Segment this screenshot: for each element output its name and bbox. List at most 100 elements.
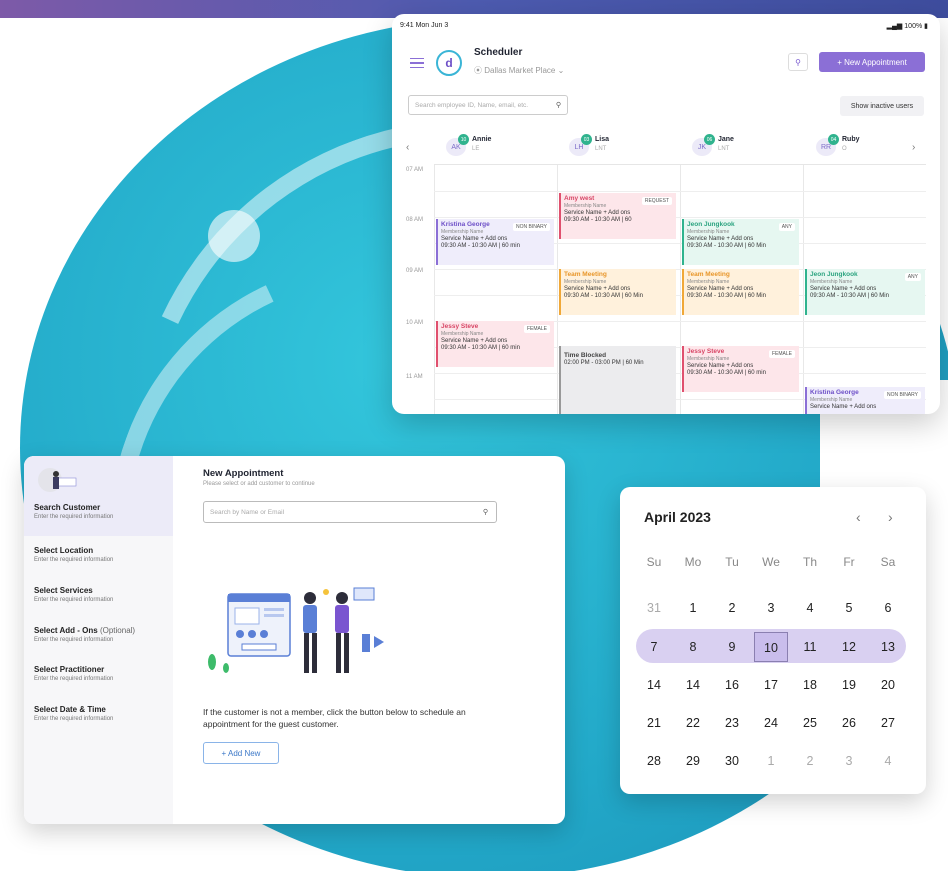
calendar-day[interactable]: 22 bbox=[676, 708, 710, 738]
staff-badge: 10 bbox=[458, 134, 469, 145]
location-selector[interactable]: ⦿ Dallas Market Place ⌄ bbox=[474, 65, 564, 76]
calendar-day[interactable]: 3 bbox=[754, 593, 788, 623]
calendar-day[interactable]: 14 bbox=[676, 670, 710, 700]
calendar-day[interactable]: 18 bbox=[793, 670, 827, 700]
calendar-day[interactable]: 29 bbox=[676, 746, 710, 776]
calendar-day[interactable]: 28 bbox=[637, 746, 671, 776]
calendar-day[interactable]: 24 bbox=[754, 708, 788, 738]
time-blocked-card[interactable]: Time Blocked 02:00 PM - 03:00 PM | 60 Mi… bbox=[559, 346, 676, 414]
page-title: Scheduler bbox=[474, 47, 523, 58]
step-desc: Enter the required information bbox=[34, 716, 114, 722]
add-new-button[interactable]: + Add New bbox=[203, 742, 279, 764]
calendar-day[interactable]: 30 bbox=[715, 746, 749, 776]
calendar-day[interactable]: 23 bbox=[715, 708, 749, 738]
calendar-day[interactable]: 31 bbox=[637, 593, 671, 623]
step-desc: Enter the required information bbox=[34, 597, 114, 603]
event-service: Service Name + Add ons bbox=[687, 363, 754, 369]
appointment-card[interactable]: Jeon Jungkook Membership Name Service Na… bbox=[805, 269, 925, 315]
calendar-day[interactable]: 26 bbox=[832, 708, 866, 738]
appointment-card[interactable]: Team Meeting Membership Name Service Nam… bbox=[559, 269, 676, 315]
calendar-day[interactable]: 3 bbox=[832, 746, 866, 776]
date-picker-calendar: April 2023 ‹ › Su Mo Tu We Th Fr Sa 31 1 2 3 4 5 6 7 8 9… bbox=[620, 487, 926, 794]
calendar-day[interactable]: 20 bbox=[871, 670, 905, 700]
appointment-card[interactable]: Kristina George Membership Name Service … bbox=[805, 387, 925, 414]
calendar-day[interactable]: 27 bbox=[871, 708, 905, 738]
new-appointment-button[interactable]: + New Appointment bbox=[819, 52, 925, 72]
appointment-card[interactable]: Jessy Steve Membership Name Service Name… bbox=[682, 346, 799, 392]
location-pin-icon: ⦿ bbox=[474, 66, 482, 75]
calendar-day[interactable]: 14 bbox=[637, 670, 671, 700]
calendar-day[interactable]: 1 bbox=[754, 746, 788, 776]
employee-search-input[interactable]: Search employee ID, Name, email, etc. ⚲ bbox=[408, 95, 568, 115]
calendar-day[interactable]: 2 bbox=[715, 593, 749, 623]
calendar-day[interactable]: 11 bbox=[793, 632, 827, 662]
grid-line bbox=[680, 165, 681, 414]
calendar-day[interactable]: 4 bbox=[793, 593, 827, 623]
calendar-day[interactable]: 4 bbox=[871, 746, 905, 776]
status-bar-battery: ▂▄▆ 100% ▮ bbox=[886, 23, 928, 30]
calendar-day[interactable]: 1 bbox=[676, 593, 710, 623]
event-name: Time Blocked bbox=[564, 352, 607, 359]
chevron-right-icon[interactable]: › bbox=[888, 509, 893, 525]
calendar-day[interactable]: 5 bbox=[832, 593, 866, 623]
appointment-card[interactable]: Kristina George Membership Name Service … bbox=[436, 219, 554, 265]
calendar-day[interactable]: 6 bbox=[871, 593, 905, 623]
show-inactive-users-button[interactable]: Show inactive users bbox=[840, 96, 924, 116]
chevron-down-icon: ⌄ bbox=[557, 66, 565, 75]
step-select-practitioner[interactable]: Select Practitioner Enter the required i… bbox=[34, 665, 113, 682]
calendar-day[interactable]: 17 bbox=[754, 670, 788, 700]
calendar-day[interactable]: 9 bbox=[715, 632, 749, 662]
event-time: 09:30 AM - 10:30 AM | 60 bbox=[564, 217, 632, 223]
weekday-label: Mo bbox=[684, 555, 702, 569]
step-select-location[interactable]: Select Location Enter the required infor… bbox=[34, 546, 113, 563]
staff-badge: 04 bbox=[828, 134, 839, 145]
appointment-card[interactable]: Amy west Membership Name Service Name + … bbox=[559, 193, 676, 239]
calendar-day[interactable]: 21 bbox=[637, 708, 671, 738]
calendar-day[interactable]: 19 bbox=[832, 670, 866, 700]
event-service: Service Name + Add ons bbox=[441, 236, 508, 242]
weekday-label: Th bbox=[802, 555, 817, 569]
step-desc: Enter the required information bbox=[34, 557, 114, 563]
calendar-day[interactable]: 12 bbox=[832, 632, 866, 662]
calendar-day[interactable]: 7 bbox=[637, 632, 671, 662]
search-button[interactable]: ⚲ bbox=[788, 53, 808, 71]
time-label: 07 AM bbox=[406, 167, 424, 173]
calendar-day[interactable]: 8 bbox=[676, 632, 710, 662]
calendar-day[interactable]: 16 bbox=[715, 670, 749, 700]
customer-search-input[interactable]: Search by Name or Email ⚲ bbox=[203, 501, 497, 523]
event-service: Service Name + Add ons bbox=[564, 210, 631, 216]
time-label: 09 AM bbox=[406, 268, 424, 274]
staff-name: Annie bbox=[472, 136, 492, 143]
step-search-customer[interactable]: Search Customer Enter the required infor… bbox=[34, 503, 113, 520]
event-time: 09:30 AM - 10:30 AM | 60 Min bbox=[687, 293, 766, 299]
search-icon: ⚲ bbox=[795, 57, 801, 67]
appointment-card[interactable]: Team Meeting Membership Name Service Nam… bbox=[682, 269, 799, 315]
calendar-day[interactable]: 10 bbox=[754, 632, 788, 662]
step-desc: Enter the required information bbox=[34, 676, 114, 682]
step-title: Search Customer bbox=[34, 503, 101, 512]
hamburger-menu-icon[interactable] bbox=[410, 58, 424, 68]
calendar-day[interactable]: 25 bbox=[793, 708, 827, 738]
step-optional-label: (Optional) bbox=[99, 626, 136, 635]
event-tag: FEMALE bbox=[523, 325, 550, 333]
weekday-label: Sa bbox=[880, 555, 896, 569]
grid-line bbox=[557, 165, 558, 414]
staff-role: O bbox=[842, 146, 847, 152]
chevron-right-icon[interactable]: › bbox=[912, 142, 915, 153]
appointment-card[interactable]: Jeon Jungkook Membership Name Service Na… bbox=[682, 219, 799, 265]
step-select-date-time[interactable]: Select Date & Time Enter the required in… bbox=[34, 705, 113, 722]
signal-icon: ▂▄▆ bbox=[886, 23, 903, 30]
event-time: 09:30 AM - 10:30 AM | 60 Min bbox=[687, 243, 766, 249]
time-label: 10 AM bbox=[406, 320, 424, 326]
event-service: Service Name + Add ons bbox=[687, 236, 754, 242]
step-select-addons[interactable]: Select Add - Ons (Optional) Enter the re… bbox=[34, 626, 135, 643]
event-time: 09:30 AM - 10:30 AM | 60 min bbox=[441, 243, 520, 249]
step-select-services[interactable]: Select Services Enter the required infor… bbox=[34, 586, 113, 603]
calendar-day[interactable]: 2 bbox=[793, 746, 827, 776]
event-membership: Membership Name bbox=[564, 279, 607, 285]
calendar-day[interactable]: 13 bbox=[871, 632, 905, 662]
chevron-left-icon[interactable]: ‹ bbox=[406, 142, 409, 153]
event-membership: Membership Name bbox=[687, 279, 730, 285]
chevron-left-icon[interactable]: ‹ bbox=[856, 509, 861, 525]
appointment-card[interactable]: Jessy Steve Membership Name Service Name… bbox=[436, 321, 554, 367]
